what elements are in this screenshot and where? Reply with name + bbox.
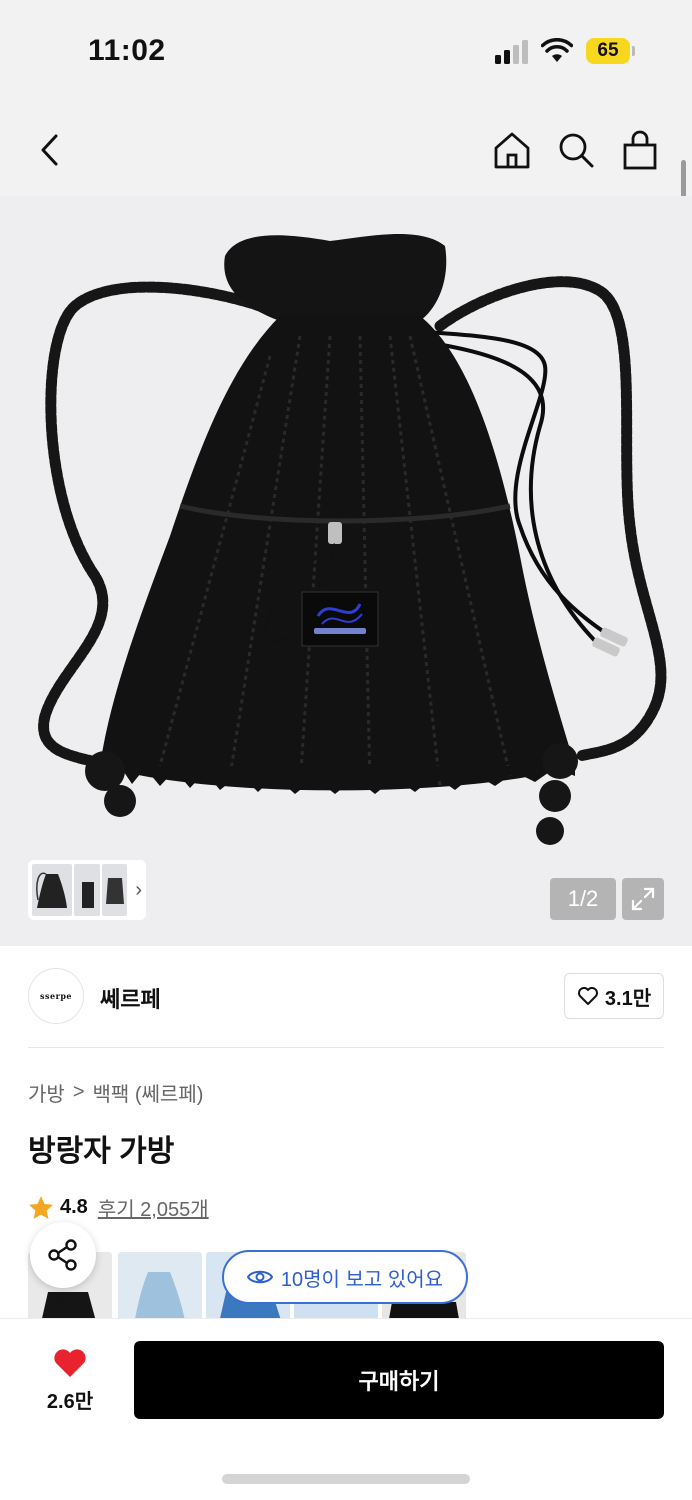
status-bar: 11:02 65 [0, 0, 692, 100]
bottom-action-bar: 2.6만 구매하기 [0, 1318, 692, 1500]
top-nav-bar [0, 100, 692, 196]
thumbnail-image[interactable] [101, 864, 128, 916]
search-icon [559, 133, 594, 168]
home-indicator [222, 1474, 470, 1484]
image-page-counter: 1/2 [550, 878, 616, 920]
heart-filled-icon [54, 1349, 86, 1377]
product-image-gallery[interactable]: › 1/2 [0, 196, 692, 946]
search-button[interactable] [554, 128, 598, 172]
product-image [38, 234, 667, 845]
rating-value: 4.8 [60, 1196, 88, 1218]
eye-icon [246, 1270, 273, 1284]
review-count-link[interactable]: 후기 2,055개 [98, 1193, 209, 1222]
divider [28, 1047, 664, 1048]
shopping-bag-icon [623, 130, 657, 170]
brand-like-button[interactable]: 3.1만 [564, 973, 664, 1019]
wifi-icon [541, 38, 573, 62]
wishlist-button[interactable]: 2.6만 [30, 1347, 110, 1419]
breadcrumb-category[interactable]: 가방 [28, 1078, 65, 1107]
thumbnail-bag-image [36, 872, 67, 908]
share-button[interactable] [30, 1222, 96, 1288]
wishlist-count: 2.6만 [46, 1391, 94, 1413]
home-button[interactable] [490, 128, 534, 172]
share-icon [48, 1239, 77, 1271]
thumbnail-image[interactable] [32, 864, 72, 916]
brand-like-count: 3.1만 [604, 987, 652, 1010]
battery-tip [632, 46, 635, 56]
breadcrumb-separator: > [72, 1081, 85, 1103]
battery-indicator: 65 [586, 38, 630, 64]
heart-outline-icon [577, 987, 598, 1005]
viewers-badge: 10명이 보고 있어요 [222, 1250, 468, 1304]
buy-button[interactable]: 구매하기 [134, 1341, 664, 1419]
review-photo-image [134, 1272, 185, 1320]
rating-row: 4.8 후기 2,055개 [28, 1193, 209, 1222]
brand-row: sserpe 쎄르페 3.1만 [28, 968, 664, 1026]
thumbnail-bag-image [81, 882, 94, 908]
shopping-bag-button[interactable] [618, 128, 662, 172]
status-time: 11:02 [88, 34, 166, 67]
brand-name[interactable]: 쎄르페 [100, 982, 161, 1014]
chevron-left-icon [41, 134, 58, 166]
product-title: 방랑자 가방 [28, 1135, 175, 1168]
review-photo[interactable] [118, 1252, 202, 1320]
image-thumbnail-strip[interactable]: › [28, 860, 146, 920]
cellular-signal-icon [495, 40, 528, 64]
breadcrumb: 가방 > 백팩 (쎄르페) [28, 1078, 203, 1107]
breadcrumb-subcategory[interactable]: 백팩 (쎄르페) [93, 1078, 204, 1107]
viewers-text: 10명이 보고 있어요 [280, 1268, 444, 1291]
thumbnail-chevron-right-icon[interactable]: › [135, 879, 142, 902]
back-button[interactable] [28, 128, 72, 172]
expand-image-button[interactable] [622, 878, 664, 920]
brand-logo[interactable]: sserpe [28, 968, 84, 1024]
thumbnail-bag-image [105, 878, 124, 904]
expand-icon [631, 887, 655, 911]
brand-logo-text: sserpe [40, 991, 72, 1001]
home-icon [494, 132, 530, 169]
star-icon [29, 1195, 53, 1219]
thumbnail-image[interactable] [73, 864, 100, 916]
